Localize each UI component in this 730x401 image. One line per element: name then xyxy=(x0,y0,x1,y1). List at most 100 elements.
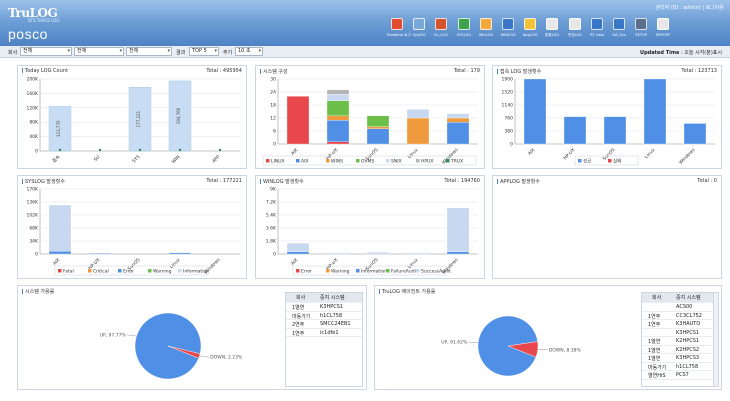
table-row[interactable]: 1열연 K2HPCS2 xyxy=(642,346,718,354)
table-cell: ACS00 xyxy=(676,304,693,310)
legend-swatch xyxy=(326,159,330,163)
x-tick-label: Linux xyxy=(407,147,420,160)
y-tick-label: 380 xyxy=(504,129,513,135)
nav-item-3[interactable]: SYSLOG xyxy=(453,14,475,44)
stopped-system-table: 회사 중지 시스템 1열연 K3HPCS1 마동가기 h1CL758 2연주 SMCC24EB… xyxy=(285,292,363,387)
table-row[interactable]: 열연HiS PCS7 xyxy=(642,371,718,380)
nav-item-2[interactable]: Su_LOG xyxy=(430,14,452,44)
bar-base-dot xyxy=(178,148,182,152)
company-select[interactable]: 전체 ▾ xyxy=(20,47,72,56)
bar-segment xyxy=(446,122,470,145)
table-row[interactable]: 2연주 SMCC24EB1 xyxy=(286,320,362,329)
pie-label: UP, 97.77% xyxy=(100,332,127,338)
period-select[interactable]: 10 초 ▾ xyxy=(235,47,263,56)
y-tick-label: 80K xyxy=(29,120,39,126)
y-tick-label: 0 xyxy=(35,149,38,155)
y-tick-label: 40K xyxy=(29,134,39,140)
syslog-icon xyxy=(413,18,426,30)
y-tick-label: 0 xyxy=(35,252,38,258)
table-row[interactable]: K3HPCS1 xyxy=(642,329,718,337)
bar-segment xyxy=(326,252,350,255)
table-row[interactable]: 1연주 K3HAUTO xyxy=(642,320,718,329)
nav-label: 통합LOG xyxy=(545,32,560,37)
table-cell: 1열연 xyxy=(648,339,661,345)
chevron-down-icon: ▾ xyxy=(119,48,122,54)
table-row[interactable]: ACS00 xyxy=(642,303,718,312)
nav-item-11[interactable]: SETUP xyxy=(630,14,652,44)
bar-base-dot xyxy=(98,148,102,152)
data-label: 177,221 xyxy=(136,110,141,127)
legend-swatch xyxy=(296,159,300,163)
bar-base-dot xyxy=(138,148,142,152)
y-tick-label: 7.2K xyxy=(266,200,277,206)
change-log-icon xyxy=(568,18,581,30)
legend-label: Warning xyxy=(331,269,350,275)
table-row[interactable]: 1열연 K3HPCS1 xyxy=(286,303,362,312)
bar-segment xyxy=(446,117,470,123)
monitor-icon xyxy=(590,18,603,30)
x-tick-label: AIX xyxy=(290,147,300,157)
table-cell: K2HPCS1 xyxy=(676,338,700,344)
legend-label: Information xyxy=(361,269,387,275)
pie-label: UP, 91.62% xyxy=(441,340,468,346)
table-cell: 1열연 xyxy=(648,356,661,362)
legend-swatch xyxy=(446,159,450,163)
nav-label: SETUP xyxy=(635,32,647,37)
legend-label: 성공 xyxy=(583,158,591,165)
bar-segment xyxy=(286,251,310,255)
chevron-down-icon: ▾ xyxy=(214,48,217,54)
nav-item-7[interactable]: 통합LOG xyxy=(541,14,563,44)
nav-item-1[interactable]: SyslOG xyxy=(408,14,430,44)
y-tick-label: 5.4K xyxy=(266,213,277,219)
legend-swatch xyxy=(356,269,360,273)
table-cell: K3HAUTO xyxy=(676,321,701,327)
table-row[interactable]: 1연주 CC3CL752 xyxy=(642,312,718,320)
table-row[interactable]: 1연주 ic1dfe1 xyxy=(286,329,362,337)
bar-segment xyxy=(286,243,310,252)
posco-logo: posco xyxy=(8,26,48,42)
table-row[interactable]: 마동가기 h1CL758 xyxy=(642,363,718,371)
table-row[interactable]: 1열연 K3HPCS3 xyxy=(642,354,718,363)
table-row[interactable]: 마동가기 h1CL758 xyxy=(286,312,362,320)
y-tick-label: 0 xyxy=(510,142,513,148)
nav-item-8[interactable]: 변경LOG xyxy=(564,14,586,44)
nav-item-5[interactable]: WINLOG xyxy=(497,14,519,44)
table-cell: 1연주 xyxy=(648,313,661,320)
table-scrollbar[interactable] xyxy=(713,293,718,386)
table-cell: SMCC24EB1 xyxy=(320,321,351,327)
nav-item-0[interactable]: Realtime 로그 xyxy=(386,14,411,44)
winlog-doc-icon xyxy=(502,18,515,30)
nav-item-10[interactable]: HA_Sys xyxy=(608,14,630,44)
table-cell: K3HPCS1 xyxy=(676,329,700,336)
y-tick-label: 6 xyxy=(273,129,276,135)
table-cell: 1열연 xyxy=(648,347,661,354)
bar-segment xyxy=(406,252,430,255)
legend-label: SuccessAudit xyxy=(421,269,451,275)
bar-base-dot xyxy=(58,148,62,152)
legend-swatch xyxy=(148,269,152,273)
legend-label: WINS xyxy=(331,159,343,165)
bar-segment xyxy=(366,126,390,129)
top-select[interactable]: TOP 5 ▾ xyxy=(189,47,219,56)
y-tick-label: 1520 xyxy=(502,90,514,96)
system-select[interactable]: 전체 ▾ xyxy=(126,47,172,56)
bar-segment xyxy=(446,207,470,252)
agent-availability-pie: UP, 91.62% DOWN, 8.38% xyxy=(441,315,581,377)
nav-item-4[interactable]: WinLOG xyxy=(475,14,497,44)
column-header: 중지 시스템 xyxy=(320,295,345,301)
legend-label: Fatal xyxy=(63,269,74,275)
legend-swatch xyxy=(578,159,582,163)
chevron-down-icon: ▾ xyxy=(67,48,70,54)
bar-segment xyxy=(366,115,390,127)
setup-icon xyxy=(635,18,648,30)
legend-label: FailureAudit xyxy=(391,269,418,275)
user-info[interactable]: 관리자 (ID : admin) | 로그아웃 xyxy=(656,4,724,11)
nav-item-9[interactable]: RT view xyxy=(586,14,608,44)
group-select[interactable]: 전체 ▾ xyxy=(74,47,124,56)
nav-item-6[interactable]: AppLOG xyxy=(519,14,541,44)
nav-item-12[interactable]: REPORT xyxy=(652,14,674,44)
table-row[interactable]: 1열연 K2HPCS1 xyxy=(642,337,718,346)
x-tick-label: Linux xyxy=(407,257,420,270)
x-tick-label: Linux xyxy=(644,147,657,160)
legend-label: Warning xyxy=(153,269,172,275)
